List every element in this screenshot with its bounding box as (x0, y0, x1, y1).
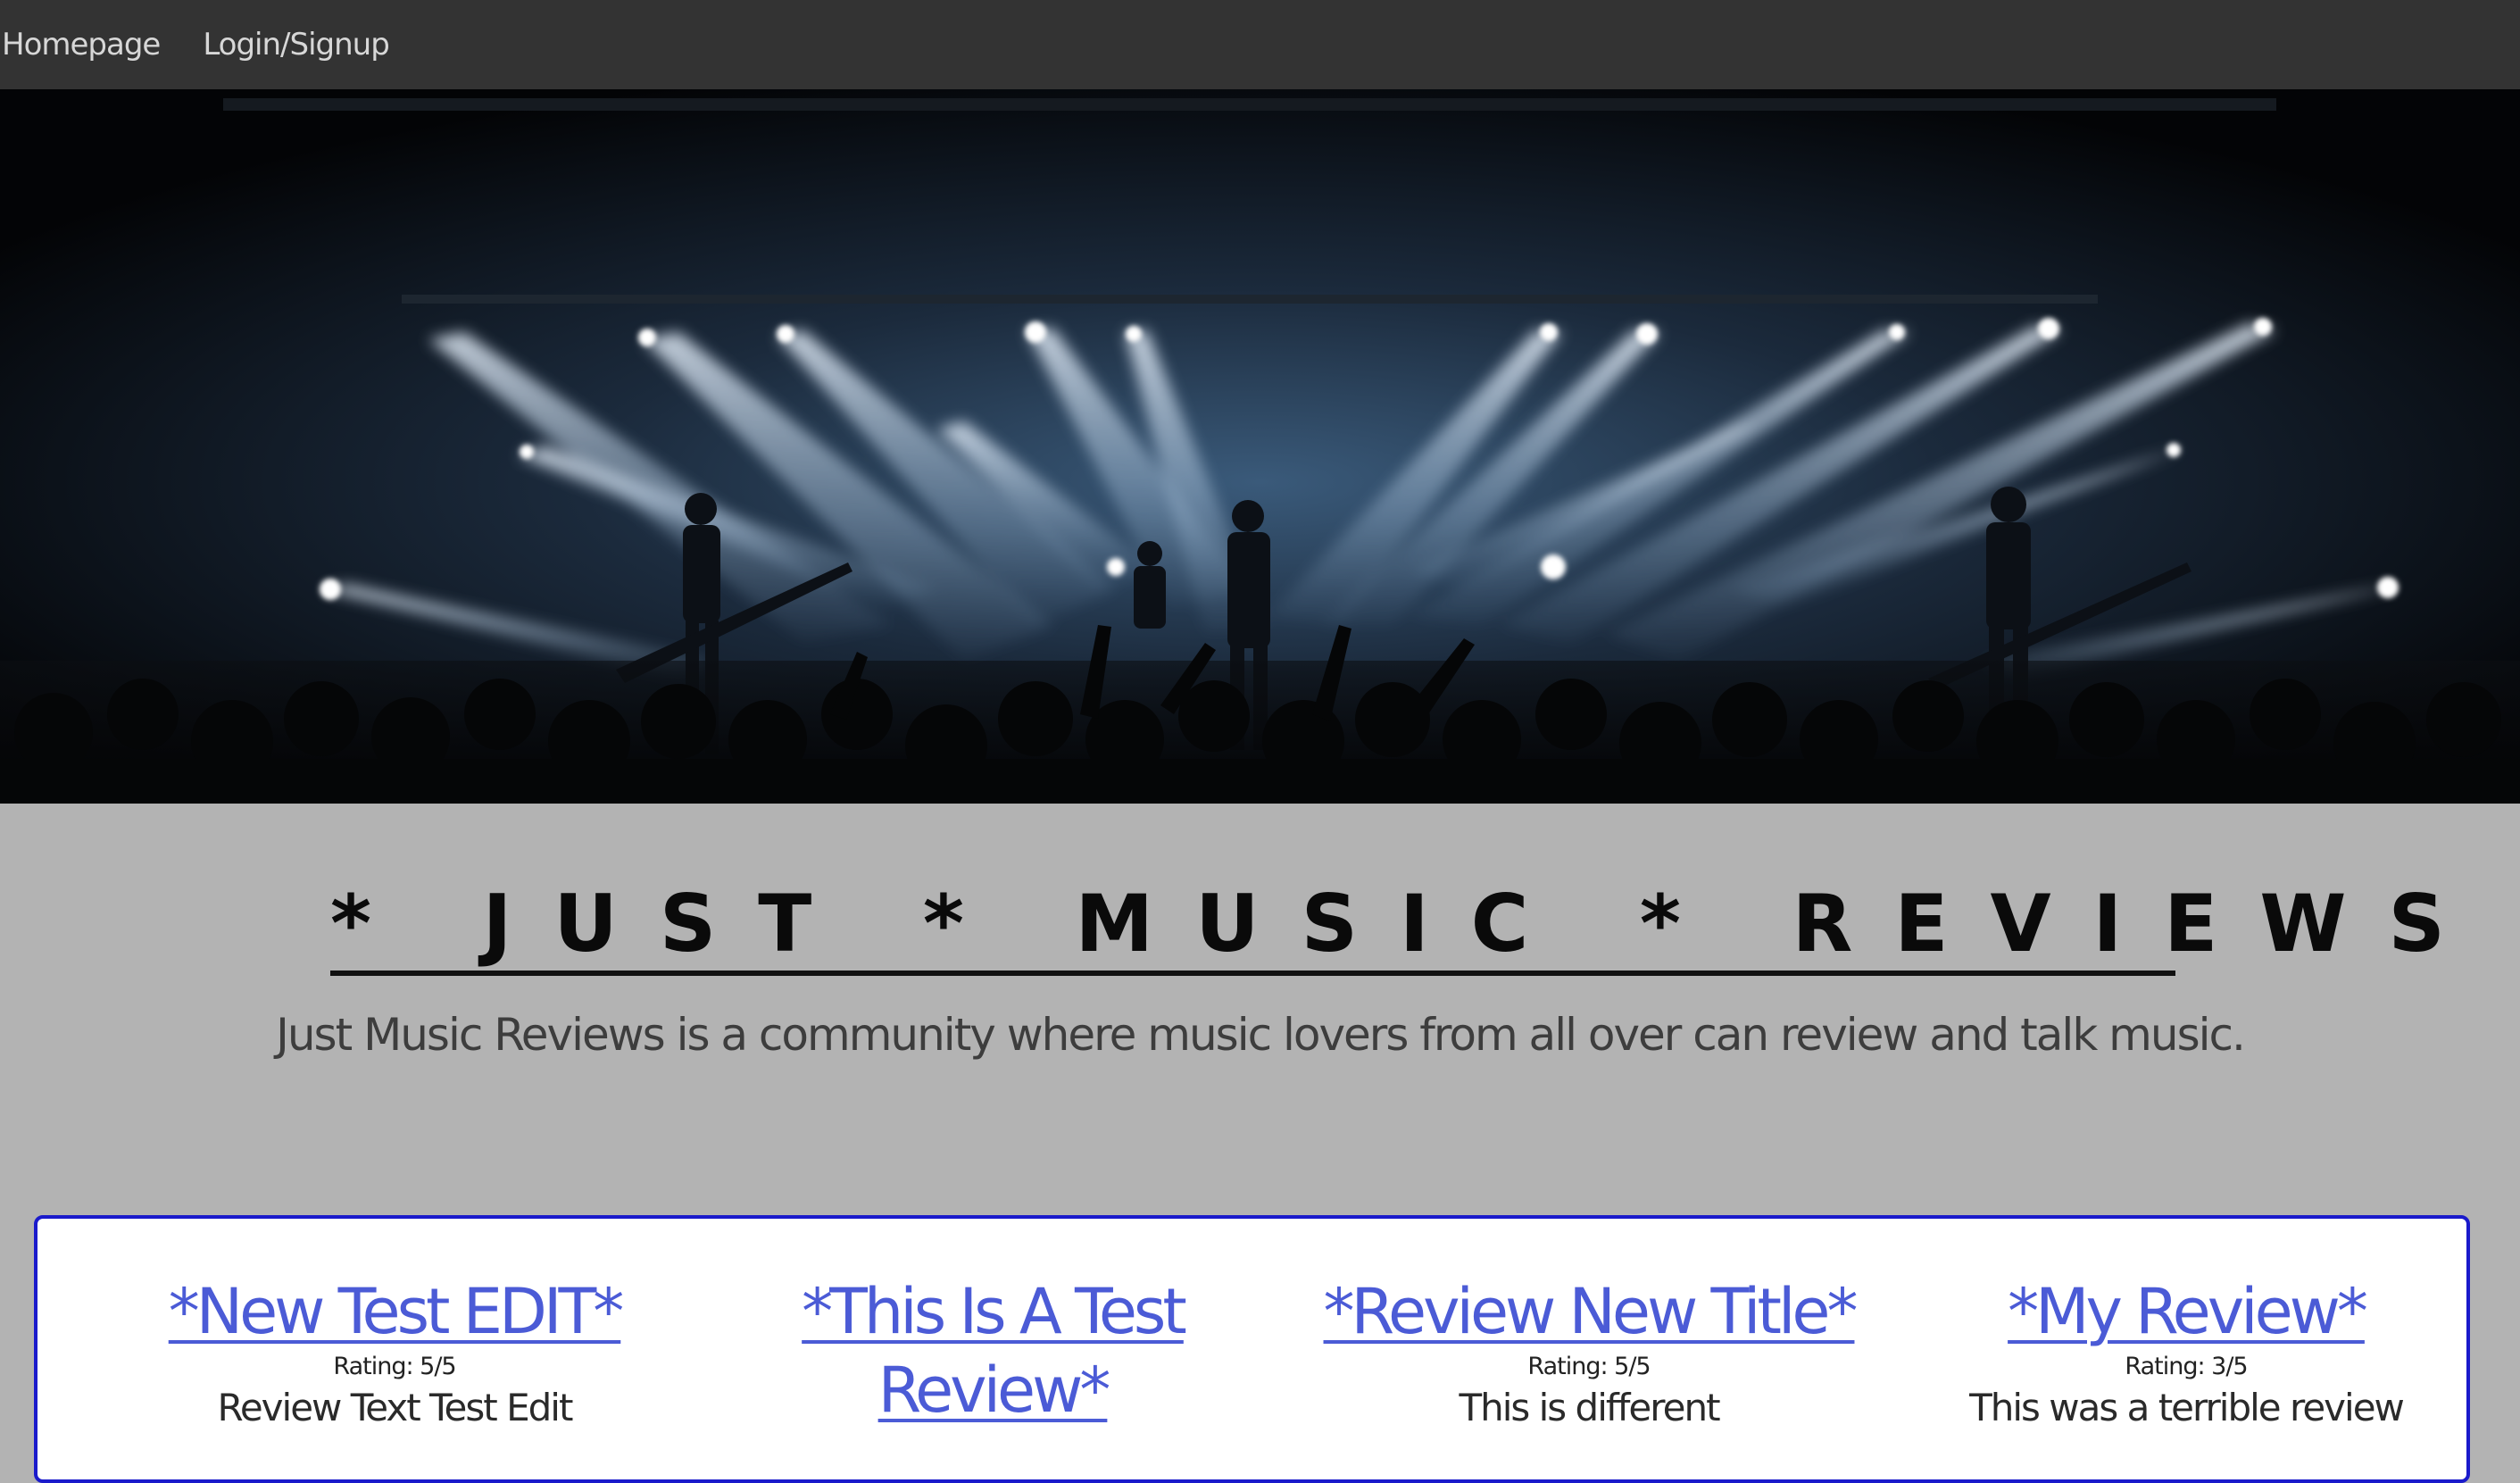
review-text: This is different (1459, 1386, 1720, 1429)
hero-concert-image (0, 89, 2520, 804)
reviews-panel: *New Test EDIT* Rating: 5/5 Review Text … (34, 1215, 2470, 1483)
review-card: *Review New Title* Rating: 5/5 This is d… (1303, 1272, 1875, 1429)
site-title: * JUST * MUSIC * REVIEWS * (330, 879, 2520, 976)
nav-link-login-signup[interactable]: Login/Signup (203, 0, 389, 89)
review-title-link[interactable]: *My Review* (2008, 1272, 2368, 1351)
review-title-link[interactable]: *Review New Title* (1324, 1272, 1859, 1351)
review-rating: Rating: 3/5 (2125, 1353, 2248, 1380)
review-title-link[interactable]: *This Is A Test Review* (778, 1272, 1207, 1429)
review-title-link[interactable]: *New Test EDIT* (169, 1272, 625, 1351)
review-card: *New Test EDIT* Rating: 5/5 Review Text … (109, 1272, 680, 1429)
review-text: This was a terrible review (1969, 1386, 2405, 1429)
review-rating: Rating: 5/5 (333, 1353, 456, 1380)
nav-link-homepage[interactable]: Homepage (2, 0, 161, 89)
review-rating: Rating: 5/5 (1527, 1353, 1651, 1380)
concert-stage-illustration (0, 89, 2520, 804)
review-card: *This Is A Test Review* (707, 1272, 1278, 1429)
review-text: Review Text Test Edit (217, 1386, 574, 1429)
top-nav: Homepage Login/Signup (0, 0, 2520, 89)
review-card: *My Review* Rating: 3/5 This was a terri… (1900, 1272, 2472, 1429)
site-tagline: Just Music Reviews is a community where … (276, 1009, 2246, 1061)
